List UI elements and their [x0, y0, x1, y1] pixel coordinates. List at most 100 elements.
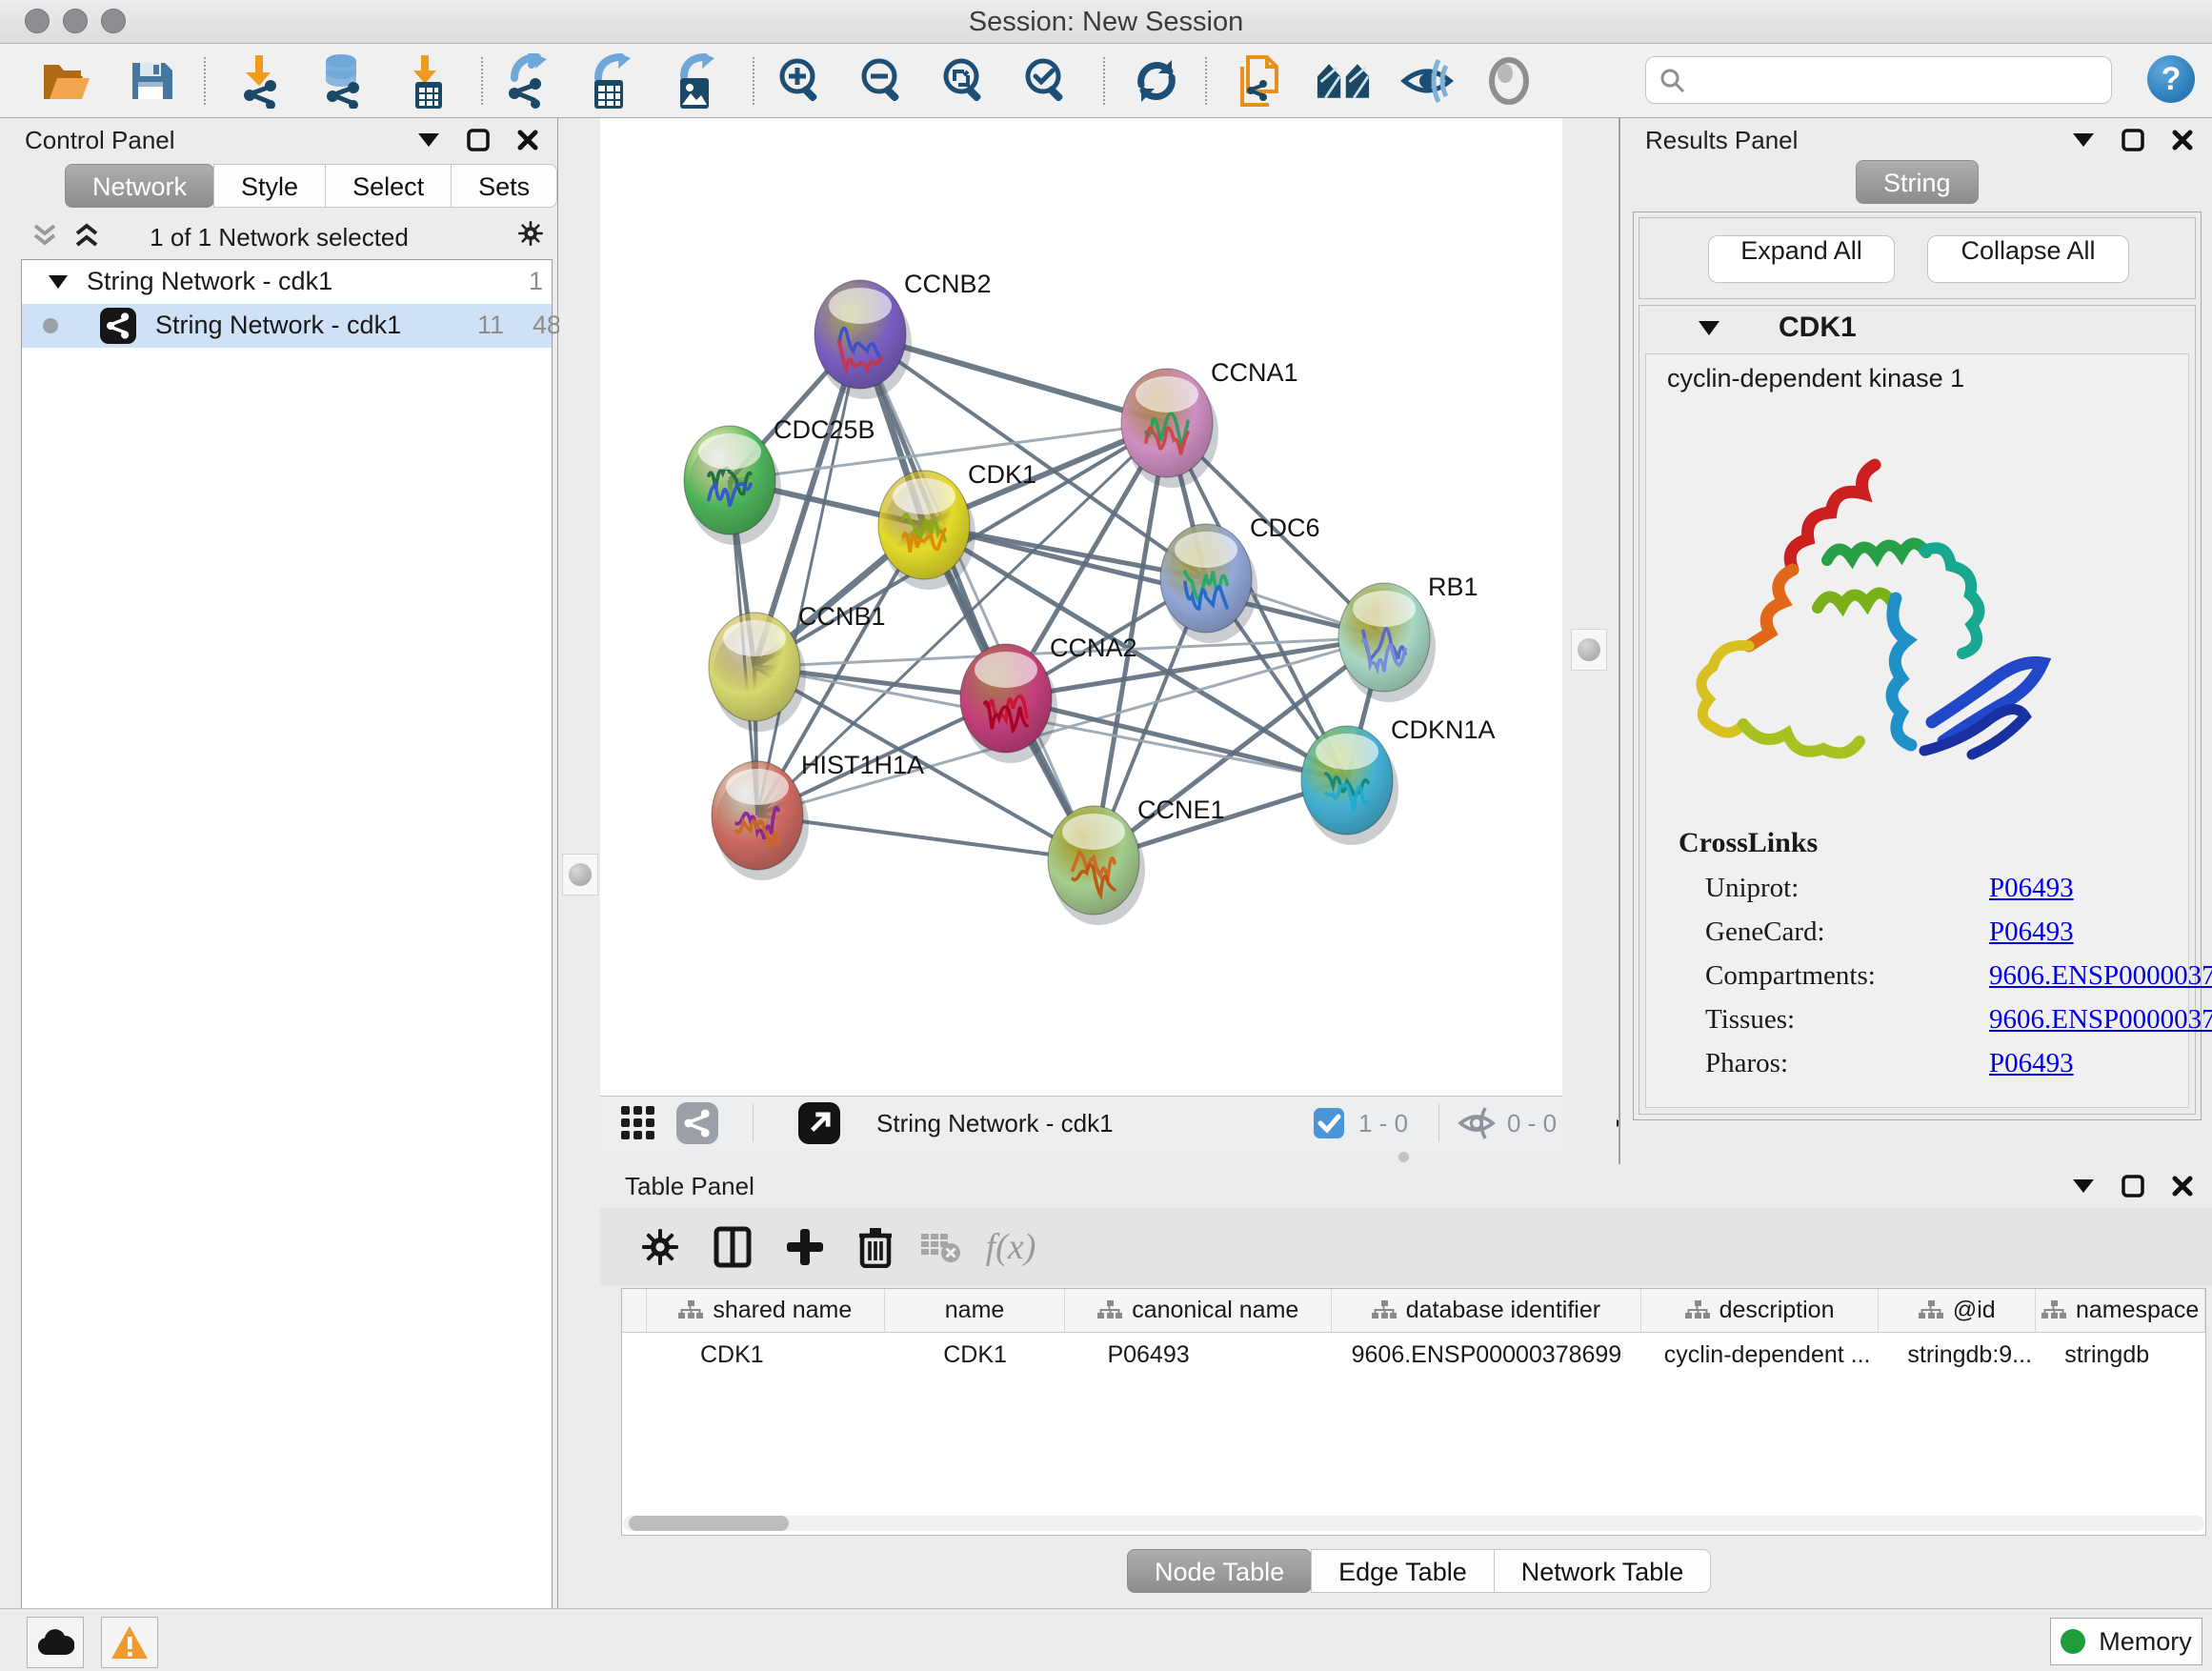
- open-session-icon[interactable]: [40, 54, 93, 108]
- save-session-icon[interactable]: [124, 54, 177, 108]
- edge-CCNB2-HIST1H1A[interactable]: [757, 334, 860, 815]
- hidden-eye-icon[interactable]: [1458, 1102, 1496, 1144]
- network-overview-share-icon[interactable]: [676, 1102, 718, 1144]
- node-CDKN1A[interactable]: CDKN1A: [1301, 715, 1496, 845]
- table-row[interactable]: CDK1CDK1P064939606.ENSP00000378699cyclin…: [622, 1333, 2205, 1377]
- cloud-status-button[interactable]: [27, 1617, 84, 1668]
- delete-table-icon[interactable]: [915, 1221, 966, 1273]
- node-label-CCNB1: CCNB1: [798, 602, 886, 631]
- zoom-out-icon[interactable]: [855, 54, 909, 108]
- columns-icon[interactable]: [707, 1221, 758, 1273]
- zoom-in-icon[interactable]: [774, 54, 827, 108]
- node-CCNB1[interactable]: CCNB1: [709, 602, 886, 732]
- crosslink-row: Pharos:P06493: [1646, 1048, 2190, 1092]
- node-CDC6[interactable]: CDC6: [1160, 513, 1320, 643]
- panel-menu-icon[interactable]: [2071, 1174, 2096, 1198]
- export-network-icon[interactable]: [499, 54, 553, 108]
- node-CCNA1[interactable]: CCNA1: [1121, 358, 1298, 488]
- expand-collapse-bar: Expand All Collapse All: [1639, 217, 2196, 299]
- column-header-description[interactable]: description: [1641, 1289, 1880, 1332]
- gene-section: CDK1 cyclin-dependent kinase 1: [1639, 305, 2196, 1115]
- node-label-RB1: RB1: [1428, 573, 1478, 601]
- network-canvas[interactable]: CCNB2CCNA1CDC25BCDK1CDC6RB1CCNB1CCNA2CDK…: [600, 118, 1562, 1096]
- crosslink-link[interactable]: P06493: [1989, 916, 2074, 948]
- scrollbar-thumb[interactable]: [629, 1516, 789, 1531]
- copy-network-document-icon[interactable]: [1233, 54, 1286, 108]
- column-header-shared-name[interactable]: shared name: [647, 1289, 885, 1332]
- crosslink-link[interactable]: 9606.ENSP00000378699: [1989, 960, 2212, 992]
- import-network-file-icon[interactable]: [232, 54, 286, 108]
- zoom-selected-icon[interactable]: [1019, 54, 1073, 108]
- node-CCNB2[interactable]: CCNB2: [814, 270, 992, 399]
- column-label: canonical name: [1132, 1297, 1298, 1324]
- window-title: Session: New Session: [0, 0, 2212, 44]
- left-splitter-handle[interactable]: [562, 854, 598, 896]
- gear-icon[interactable]: [518, 221, 543, 246]
- column-header-database-identifier[interactable]: database identifier: [1332, 1289, 1641, 1332]
- first-neighbors-icon[interactable]: [1317, 54, 1370, 108]
- close-window-button[interactable]: [25, 9, 50, 33]
- export-image-icon[interactable]: [667, 54, 720, 108]
- search-input[interactable]: [1696, 59, 2105, 101]
- right-splitter-handle[interactable]: [1571, 629, 1607, 671]
- column-header-canonical-name[interactable]: canonical name: [1065, 1289, 1332, 1332]
- show-all-eye-icon[interactable]: [1482, 54, 1536, 108]
- collapse-all-button[interactable]: Collapse All: [1927, 235, 2129, 283]
- selected-checkbox-icon[interactable]: [1313, 1102, 1345, 1144]
- tab-network-table[interactable]: Network Table: [1494, 1549, 1712, 1593]
- tab-edge-table[interactable]: Edge Table: [1311, 1549, 1495, 1593]
- node-RB1[interactable]: RB1: [1338, 573, 1478, 702]
- tab-sets[interactable]: Sets: [451, 164, 557, 208]
- tree-expander-icon[interactable]: [49, 275, 68, 289]
- node-CDC25B[interactable]: CDC25B: [684, 415, 875, 545]
- gear-icon[interactable]: [634, 1221, 686, 1273]
- network-collection-row[interactable]: String Network - cdk1 1: [22, 260, 552, 304]
- section-expander-icon[interactable]: [1699, 321, 1719, 335]
- import-network-database-icon[interactable]: [314, 54, 368, 108]
- tab-string[interactable]: String: [1856, 160, 1979, 204]
- control-panel-title: Control Panel: [25, 126, 175, 155]
- zoom-fit-icon[interactable]: [937, 54, 991, 108]
- panel-float-icon[interactable]: [2121, 1174, 2145, 1198]
- edge-CCNB2-CCNE1[interactable]: [860, 334, 1094, 860]
- crosslink-link[interactable]: P06493: [1989, 1048, 2074, 1079]
- panel-menu-icon[interactable]: [2071, 128, 2096, 152]
- expand-all-button[interactable]: Expand All: [1708, 235, 1895, 283]
- crosslink-link[interactable]: 9606.ENSP00000378699: [1989, 1004, 2212, 1036]
- zoom-window-button[interactable]: [101, 9, 126, 33]
- delete-column-trash-icon[interactable]: [850, 1221, 901, 1273]
- add-column-icon[interactable]: [779, 1221, 831, 1273]
- network-row-selected[interactable]: String Network - cdk1 11 48: [22, 304, 552, 348]
- memory-button[interactable]: Memory: [2050, 1618, 2202, 1665]
- export-table-icon[interactable]: [583, 54, 636, 108]
- hide-selected-eye-icon[interactable]: [1400, 54, 1454, 108]
- panel-menu-icon[interactable]: [416, 128, 441, 152]
- help-button[interactable]: ?: [2147, 55, 2195, 103]
- crosslink-link[interactable]: P06493: [1989, 873, 2074, 904]
- tab-select[interactable]: Select: [325, 164, 452, 208]
- horizontal-scrollbar[interactable]: [623, 1516, 2204, 1531]
- panel-float-icon[interactable]: [2121, 128, 2145, 152]
- network-edge-count: 48: [533, 311, 561, 340]
- column-header-name[interactable]: name: [885, 1289, 1066, 1332]
- import-table-icon[interactable]: [400, 54, 453, 108]
- refresh-layout-icon[interactable]: [1130, 54, 1183, 108]
- column-header-namespace[interactable]: namespace: [2036, 1289, 2205, 1332]
- function-builder-icon[interactable]: f(x): [985, 1221, 1036, 1273]
- tab-network[interactable]: Network: [65, 164, 214, 208]
- node-CCNE1[interactable]: CCNE1: [1048, 795, 1225, 925]
- column-header--id[interactable]: @id: [1879, 1289, 2036, 1332]
- crosslink-label: Tissues:: [1705, 1004, 1795, 1036]
- tab-node-table[interactable]: Node Table: [1127, 1549, 1312, 1593]
- warning-status-button[interactable]: [101, 1617, 158, 1668]
- horizontal-splitter-handle[interactable]: [1398, 1152, 1409, 1162]
- panel-close-icon[interactable]: [2170, 1174, 2195, 1198]
- minimize-window-button[interactable]: [63, 9, 88, 33]
- tab-style[interactable]: Style: [213, 164, 326, 208]
- panel-close-icon[interactable]: [515, 128, 540, 152]
- node-HIST1H1A[interactable]: HIST1H1A: [712, 751, 924, 880]
- panel-float-icon[interactable]: [466, 128, 491, 152]
- open-in-new-window-icon[interactable]: [798, 1102, 840, 1144]
- panel-close-icon[interactable]: [2170, 128, 2195, 152]
- grid-view-icon[interactable]: [619, 1102, 657, 1144]
